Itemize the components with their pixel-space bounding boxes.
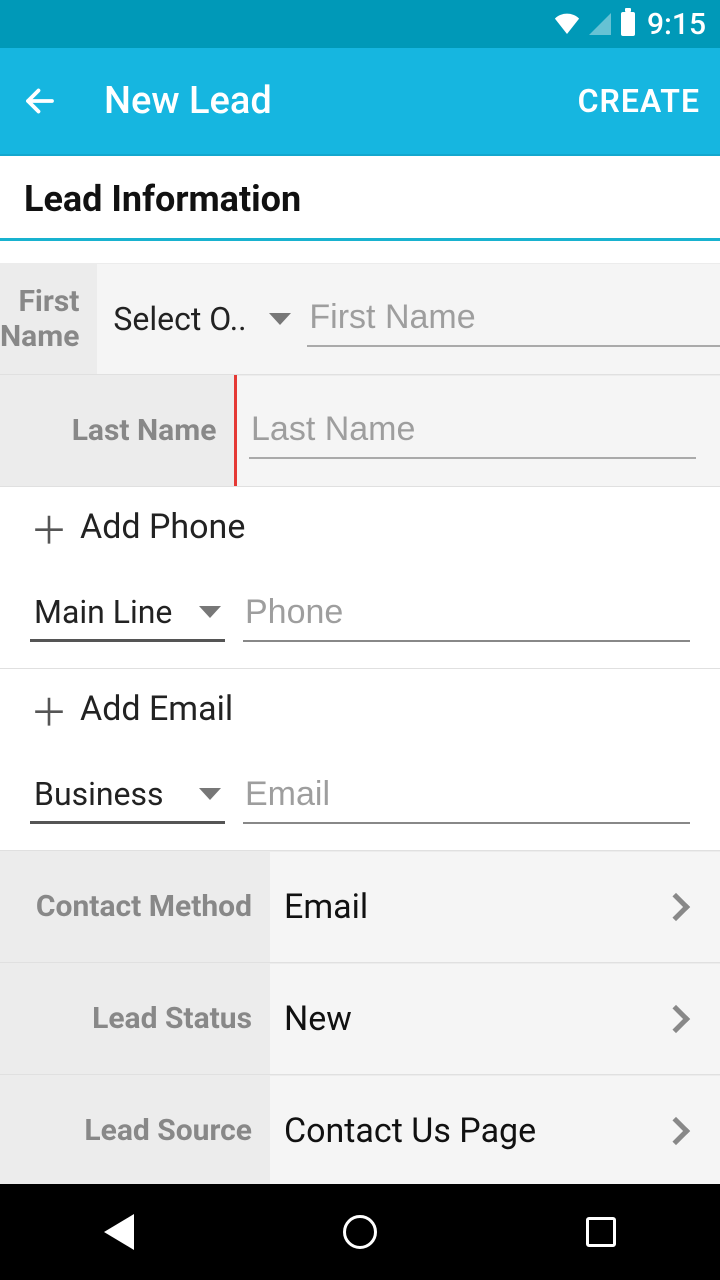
phone-type-dropdown[interactable]: Main Line	[30, 585, 225, 642]
contact-method-row[interactable]: Contact Method Email	[0, 851, 720, 963]
cell-signal-icon	[589, 13, 611, 35]
lead-status-label: Lead Status	[0, 1001, 270, 1036]
plus-icon: ＋	[30, 682, 68, 737]
back-button[interactable]	[20, 81, 60, 121]
section-header: Lead Information	[0, 156, 720, 241]
email-row: Business	[0, 749, 720, 850]
phone-type-selected: Main Line	[34, 593, 172, 631]
contact-method-value: Email	[270, 887, 368, 927]
lead-status-value: New	[270, 999, 352, 1039]
chevron-right-icon	[662, 1004, 690, 1032]
status-time: 9:15	[647, 7, 706, 42]
lead-source-row[interactable]: Lead Source Contact Us Page	[0, 1075, 720, 1187]
add-phone-label: Add Phone	[80, 507, 245, 547]
lead-source-label: Lead Source	[0, 1113, 270, 1148]
status-bar: 9:15	[0, 0, 720, 48]
phone-row: Main Line	[0, 567, 720, 668]
prefix-dropdown[interactable]: Select O..	[97, 292, 297, 346]
lead-status-row[interactable]: Lead Status New	[0, 963, 720, 1075]
email-input[interactable]	[243, 767, 690, 824]
app-bar: New Lead CREATE	[0, 48, 720, 156]
chevron-down-icon	[199, 788, 221, 800]
chevron-right-icon	[662, 1116, 690, 1144]
nav-back-button[interactable]	[104, 1214, 134, 1250]
add-email-label: Add Email	[80, 689, 233, 729]
chevron-down-icon	[269, 313, 291, 325]
last-name-row: Last Name	[0, 375, 720, 487]
first-name-input[interactable]	[307, 290, 720, 347]
chevron-down-icon	[199, 606, 221, 618]
add-email-button[interactable]: ＋ Add Email	[0, 669, 720, 749]
battery-icon	[621, 12, 635, 36]
plus-icon: ＋	[30, 500, 68, 555]
phone-input[interactable]	[243, 585, 690, 642]
page-title: New Lead	[104, 79, 578, 123]
email-type-dropdown[interactable]: Business	[30, 767, 225, 824]
add-phone-button[interactable]: ＋ Add Phone	[0, 487, 720, 567]
nav-home-button[interactable]	[343, 1215, 377, 1249]
contact-method-label: Contact Method	[0, 889, 270, 924]
wifi-icon	[553, 7, 581, 42]
last-name-label: Last Name	[0, 413, 234, 448]
nav-recent-button[interactable]	[586, 1217, 616, 1247]
prefix-selected: Select O..	[113, 300, 246, 338]
last-name-input[interactable]	[249, 402, 696, 459]
android-nav-bar	[0, 1184, 720, 1280]
lead-source-value: Contact Us Page	[270, 1111, 536, 1151]
lead-form: First Name Select O.. Last Name ＋ Add Ph…	[0, 241, 720, 1280]
first-name-label: First Name	[0, 284, 97, 354]
create-button[interactable]: CREATE	[578, 82, 700, 120]
first-name-row: First Name Select O..	[0, 263, 720, 375]
email-type-selected: Business	[34, 775, 164, 813]
chevron-right-icon	[662, 892, 690, 920]
